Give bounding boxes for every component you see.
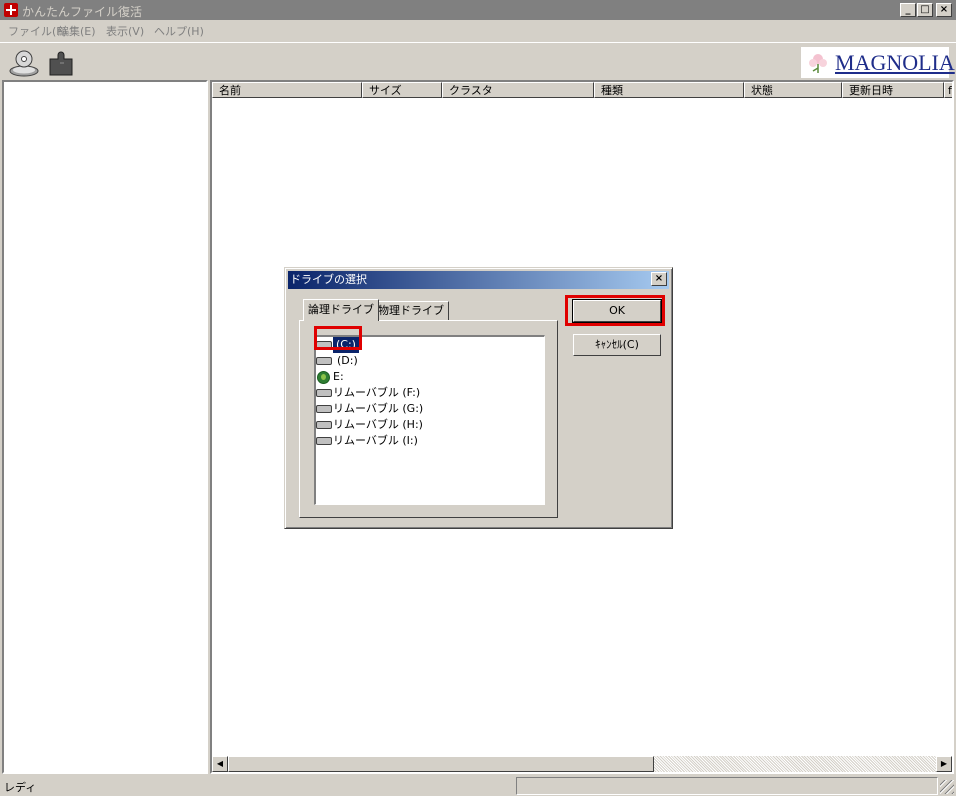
minimize-button[interactable]: _ bbox=[900, 3, 916, 17]
tab-panel: (C:) (D:) E: リムーバブル (F:) リムーバブル (G:) リムー… bbox=[299, 320, 558, 518]
maximize-button[interactable]: □ bbox=[917, 3, 933, 17]
tab-physical-drive[interactable]: 物理ドライブ bbox=[373, 301, 449, 321]
drive-select-dialog: ドライブの選択 × 論理ドライブ 物理ドライブ (C:) (D:) E: リムー… bbox=[284, 267, 673, 529]
drive-label: リムーバブル (G:) bbox=[333, 402, 424, 415]
scroll-thumb[interactable] bbox=[228, 756, 654, 772]
column-status[interactable]: 状態 bbox=[744, 82, 842, 98]
column-name[interactable]: 名前 bbox=[212, 82, 362, 98]
cancel-button[interactable]: ｷｬﾝｾﾙ(C) bbox=[573, 334, 661, 356]
column-modified[interactable]: 更新日時 bbox=[842, 82, 944, 98]
removable-drive-icon bbox=[316, 405, 332, 413]
drive-label: リムーバブル (H:) bbox=[333, 418, 423, 431]
scroll-track[interactable] bbox=[654, 756, 936, 772]
menu-edit[interactable]: 編集(E) bbox=[58, 23, 96, 39]
window-title: かんたんファイル復活 bbox=[22, 5, 143, 19]
scroll-left-button[interactable]: ◀ bbox=[212, 756, 228, 772]
column-size[interactable]: サイズ bbox=[362, 82, 442, 98]
drive-label: リムーバブル (F:) bbox=[333, 386, 421, 399]
drive-list[interactable]: (C:) (D:) E: リムーバブル (F:) リムーバブル (G:) リムー… bbox=[314, 335, 545, 505]
dialog-close-button[interactable]: × bbox=[651, 272, 667, 286]
title-bar: かんたんファイル復活 _ □ × bbox=[0, 0, 956, 20]
puzzle-icon[interactable] bbox=[46, 49, 78, 77]
scroll-right-button[interactable]: ▶ bbox=[936, 756, 952, 772]
menu-view[interactable]: 表示(V) bbox=[106, 23, 144, 39]
dialog-title: ドライブの選択 bbox=[290, 273, 367, 286]
drive-label: (C:) bbox=[333, 337, 359, 353]
magnolia-logo: MAGNOLIA bbox=[801, 47, 955, 78]
status-panel bbox=[516, 777, 938, 795]
removable-drive-icon bbox=[316, 389, 332, 397]
tab-logical-drive[interactable]: 論理ドライブ bbox=[303, 299, 379, 321]
flower-icon bbox=[809, 54, 827, 73]
status-text: レディ bbox=[4, 781, 37, 794]
drive-label: リムーバブル (I:) bbox=[333, 434, 418, 447]
network-drive-icon bbox=[317, 371, 330, 384]
ok-button[interactable]: OK bbox=[572, 299, 662, 323]
disk-scan-icon[interactable] bbox=[8, 49, 40, 77]
removable-drive-icon bbox=[316, 421, 332, 429]
folder-tree-pane[interactable] bbox=[2, 80, 208, 774]
removable-drive-icon bbox=[316, 437, 332, 445]
drive-label: (D:) bbox=[337, 354, 358, 367]
app-icon bbox=[4, 3, 18, 17]
close-button[interactable]: × bbox=[936, 3, 952, 17]
drive-label: E: bbox=[333, 370, 344, 383]
hard-disk-icon bbox=[316, 341, 332, 349]
list-header: 名前 サイズ クラスタ 種類 状態 更新日時 f bbox=[212, 82, 952, 98]
column-more[interactable]: f bbox=[944, 82, 952, 98]
status-bar: レディ bbox=[0, 776, 956, 796]
hard-disk-icon bbox=[316, 357, 332, 365]
column-cluster[interactable]: クラスタ bbox=[442, 82, 594, 98]
dialog-title-bar: ドライブの選択 bbox=[288, 271, 669, 289]
logo-text: MAGNOLIA bbox=[835, 50, 955, 75]
column-type[interactable]: 種類 bbox=[594, 82, 744, 98]
menu-bar: ファイル(F) 編集(E) 表示(V) ヘルプ(H) bbox=[0, 20, 956, 40]
horizontal-scrollbar[interactable]: ◀ ▶ bbox=[212, 756, 952, 772]
resize-grip[interactable] bbox=[940, 780, 954, 794]
menu-help[interactable]: ヘルプ(H) bbox=[154, 23, 204, 39]
